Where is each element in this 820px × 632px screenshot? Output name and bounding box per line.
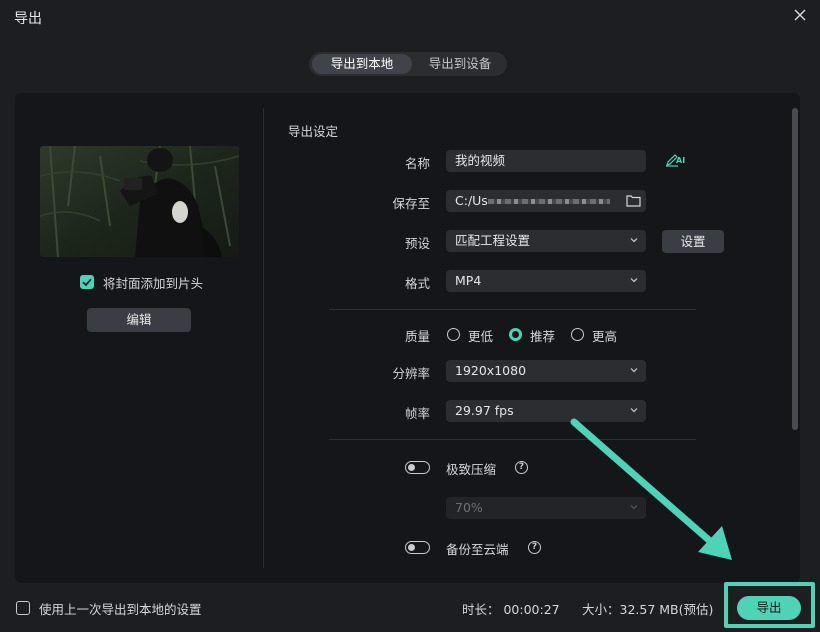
- chevron-down-icon: [630, 278, 638, 283]
- section-divider: [329, 309, 696, 310]
- edit-cover-button[interactable]: 编辑: [87, 308, 191, 332]
- chevron-down-icon: [630, 368, 638, 373]
- cover-thumbnail: [40, 146, 239, 257]
- quality-recommended-label: 推荐: [530, 329, 556, 344]
- resolution-select[interactable]: 1920x1080: [446, 360, 646, 382]
- save-to-label: 保存至: [392, 196, 430, 211]
- cloud-backup-toggle[interactable]: [405, 541, 430, 554]
- quality-high-label: 更高: [592, 329, 618, 344]
- quality-recommended-radio[interactable]: [509, 328, 522, 341]
- cloud-backup-label: 备份至云端: [446, 542, 509, 557]
- extreme-compress-label: 极致压缩: [446, 462, 497, 477]
- framerate-label: 帧率: [404, 406, 430, 421]
- ai-rename-icon[interactable]: AI: [665, 153, 689, 169]
- resolution-label: 分辨率: [392, 366, 430, 381]
- duration-text: 时长： 00:00:27: [462, 602, 560, 617]
- preset-label: 预设: [404, 236, 430, 251]
- chevron-down-icon: [630, 238, 638, 243]
- quality-label: 质量: [404, 329, 430, 344]
- ai-label: AI: [676, 156, 686, 165]
- section-title: 导出设定: [288, 124, 339, 139]
- help-icon[interactable]: ?: [528, 541, 541, 554]
- size-text: 大小：32.57 MB(预估): [582, 602, 714, 617]
- check-icon: [82, 278, 92, 287]
- help-icon[interactable]: ?: [515, 461, 528, 474]
- tab-export-local[interactable]: 导出到本地: [312, 54, 412, 74]
- cover-checkbox[interactable]: [80, 275, 94, 289]
- reuse-settings-label: 使用上一次导出到本地的设置: [39, 602, 202, 617]
- export-tabs: 导出到本地 导出到设备: [309, 52, 507, 76]
- save-path-input[interactable]: C:/Us: [446, 190, 646, 212]
- name-label: 名称: [404, 156, 430, 171]
- cover-checkbox-label: 将封面添加到片头: [103, 276, 204, 291]
- compress-ratio-value: 70%: [455, 500, 483, 515]
- quality-low-radio[interactable]: [447, 328, 460, 341]
- format-label: 格式: [404, 276, 430, 291]
- quality-low-label: 更低: [468, 329, 494, 344]
- path-blur: [488, 199, 610, 204]
- extreme-compress-toggle[interactable]: [405, 461, 430, 474]
- folder-icon[interactable]: [626, 194, 641, 207]
- preset-value: 匹配工程设置: [455, 233, 531, 248]
- window-title: 导出: [14, 11, 42, 27]
- framerate-value: 29.97 fps: [455, 403, 514, 418]
- column-divider: [263, 108, 264, 568]
- quality-high-radio[interactable]: [571, 328, 584, 341]
- resolution-value: 1920x1080: [455, 363, 527, 378]
- annotation-arrow-icon: [570, 418, 732, 560]
- reuse-settings-checkbox[interactable]: [16, 601, 30, 615]
- tab-export-device[interactable]: 导出到设备: [417, 54, 503, 74]
- export-button[interactable]: 导出: [737, 596, 801, 620]
- close-icon[interactable]: [792, 7, 808, 23]
- save-path-text: C:/Us: [455, 193, 488, 208]
- format-select[interactable]: MP4: [446, 270, 646, 292]
- format-value: MP4: [455, 273, 482, 288]
- preset-settings-button[interactable]: 设置: [662, 230, 724, 253]
- name-input[interactable]: 我的视频: [446, 150, 646, 172]
- scrollbar[interactable]: [792, 108, 798, 430]
- preset-select[interactable]: 匹配工程设置: [446, 230, 646, 252]
